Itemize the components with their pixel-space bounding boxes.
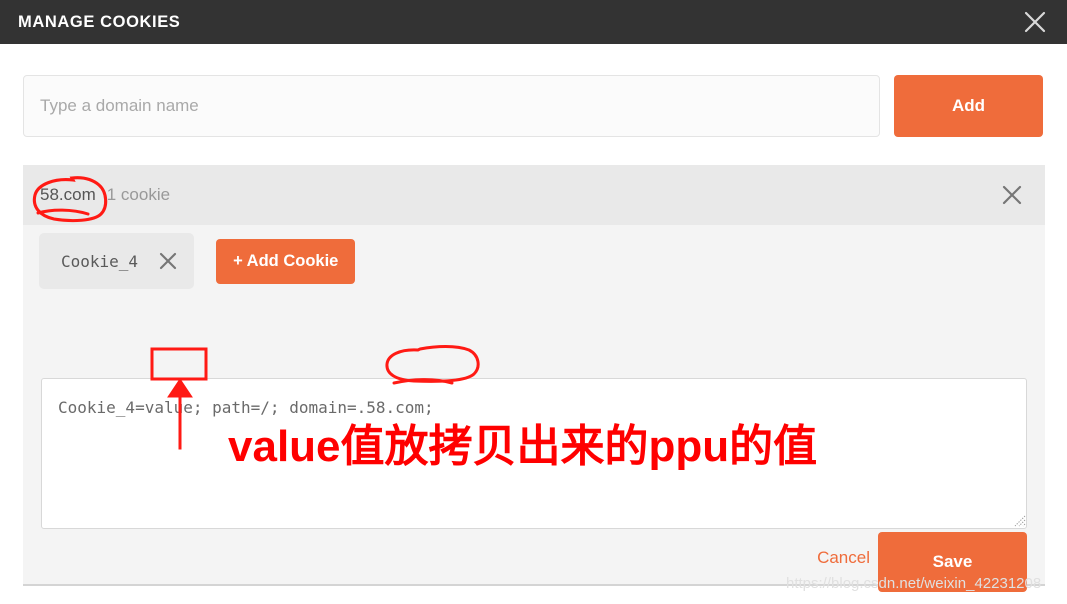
remove-cookie-button[interactable] [156,249,180,273]
domain-card: 58.com 1 cookie Cookie_4 + Add Cookie Co… [23,165,1045,592]
add-domain-button[interactable]: Add [894,75,1043,137]
watermark: https://blog.csdn.net/weixin_42231208 [786,575,1042,592]
domain-label: 58.com [40,185,96,204]
domain-name-input[interactable] [23,75,880,137]
cookie-count-label: 1 cookie [106,185,171,204]
manage-cookies-dialog: MANAGE COOKIES Add 58.com 1 cookie [0,0,1067,604]
remove-domain-button[interactable] [996,179,1028,211]
dialog-body: Add 58.com 1 cookie Cookie_4 [0,44,1067,604]
dialog-titlebar: MANAGE COOKIES [0,0,1067,44]
close-icon [1002,185,1022,205]
page-title: MANAGE COOKIES [18,12,181,31]
close-dialog-button[interactable] [1019,6,1051,38]
annotation-note-text: value值放拷贝出来的ppu的值 [228,422,818,471]
close-icon [160,252,177,270]
add-cookie-button[interactable]: + Add Cookie [216,238,356,284]
cookie-chip-label: Cookie_4 [61,251,139,271]
domain-card-header: 58.com 1 cookie [23,165,1045,225]
close-icon [1024,11,1046,33]
cancel-button[interactable]: Cancel [813,542,874,574]
add-domain-row: Add [23,75,1043,137]
cookie-chip-row: Cookie_4 + Add Cookie [39,233,356,289]
cookie-chip[interactable]: Cookie_4 [39,233,195,289]
